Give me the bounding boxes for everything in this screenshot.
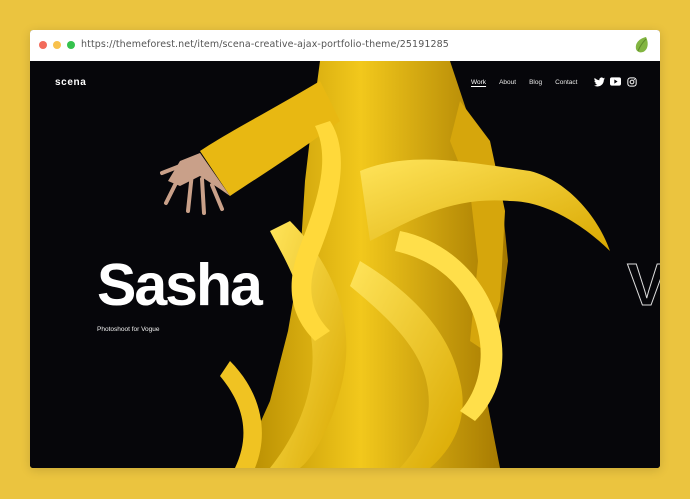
twitter-icon[interactable] (594, 76, 605, 87)
instagram-icon[interactable] (626, 76, 637, 87)
social-links (594, 76, 637, 87)
page-viewport: scena Work About Blog Contact Sasha Phot… (30, 61, 660, 468)
close-window-dot[interactable] (39, 41, 47, 49)
nav-blog[interactable]: Blog (529, 79, 542, 86)
hero-title[interactable]: Sasha (97, 256, 263, 315)
browser-window: https://themeforest.net/item/scena-creat… (30, 30, 660, 468)
next-project-title[interactable]: V (626, 255, 660, 315)
nav-work[interactable]: Work (471, 79, 486, 86)
hero-subtitle: Photoshoot for Vogue (97, 326, 160, 333)
nav-about[interactable]: About (499, 79, 516, 86)
envato-leaf-icon (634, 36, 650, 54)
minimize-window-dot[interactable] (53, 41, 61, 49)
youtube-icon[interactable] (610, 76, 621, 87)
browser-chrome: https://themeforest.net/item/scena-creat… (30, 30, 660, 62)
address-bar-url[interactable]: https://themeforest.net/item/scena-creat… (81, 39, 449, 50)
maximize-window-dot[interactable] (67, 41, 75, 49)
main-nav: Work About Blog Contact (471, 79, 590, 86)
site-logo[interactable]: scena (55, 77, 86, 88)
nav-contact[interactable]: Contact (555, 79, 577, 86)
